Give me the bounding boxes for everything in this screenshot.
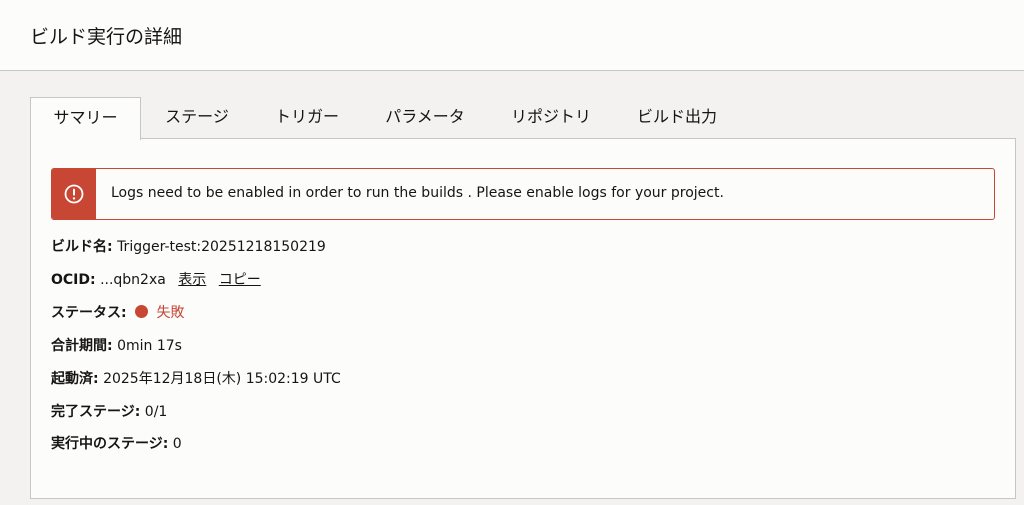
completed-stages-row: 完了ステージ: 0/1: [51, 401, 167, 421]
ocid-row: OCID: ...qbn2xa 表示 コピー: [51, 269, 261, 289]
tab-repositories[interactable]: リポジトリ: [499, 97, 603, 139]
tab-triggers[interactable]: トリガー: [261, 97, 353, 139]
total-duration-label: 合計期間:: [51, 338, 113, 354]
status-label: ステータス:: [51, 305, 127, 321]
ocid-show-link[interactable]: 表示: [178, 272, 206, 288]
completed-stages-value: 0/1: [144, 404, 168, 420]
running-stages-label: 実行中のステージ:: [51, 436, 169, 452]
ocid-label: OCID:: [51, 272, 96, 288]
status-value: 失敗: [156, 305, 185, 321]
error-alert: Logs need to be enabled in order to run …: [51, 168, 995, 220]
page-header: ビルド実行の詳細: [0, 0, 1024, 71]
page-title: ビルド実行の詳細: [30, 26, 183, 48]
build-name-value: Trigger-test:20251218150219: [117, 239, 326, 255]
running-stages-value: 0: [172, 436, 182, 452]
ocid-copy-link[interactable]: コピー: [219, 272, 261, 288]
summary-panel: Logs need to be enabled in order to run …: [30, 138, 1016, 499]
status-failed-icon: [135, 305, 149, 318]
ocid-value: ...qbn2xa: [100, 272, 166, 288]
error-icon: [64, 184, 84, 204]
started-value: 2025年12月18日(木) 15:02:19 UTC: [103, 371, 341, 387]
running-stages-row: 実行中のステージ: 0: [51, 433, 182, 453]
alert-message: Logs need to be enabled in order to run …: [111, 185, 724, 201]
started-row: 起動済: 2025年12月18日(木) 15:02:19 UTC: [51, 368, 341, 388]
tab-stages[interactable]: ステージ: [151, 97, 243, 139]
total-duration-row: 合計期間: 0min 17s: [51, 335, 182, 355]
tab-summary[interactable]: サマリー: [30, 97, 141, 140]
tab-bar: サマリー ステージ トリガー パラメータ リポジトリ ビルド出力: [30, 97, 994, 140]
started-label: 起動済:: [51, 371, 99, 387]
completed-stages-label: 完了ステージ:: [51, 404, 141, 420]
status-row: ステータス: 失敗: [51, 302, 185, 322]
tab-build-output[interactable]: ビルド出力: [627, 97, 727, 139]
tab-parameters[interactable]: パラメータ: [373, 97, 477, 139]
build-name-label: ビルド名:: [51, 239, 113, 255]
total-duration-value: 0min 17s: [117, 338, 182, 354]
build-name-row: ビルド名: Trigger-test:20251218150219: [51, 236, 326, 256]
alert-icon-strip: [52, 169, 96, 219]
